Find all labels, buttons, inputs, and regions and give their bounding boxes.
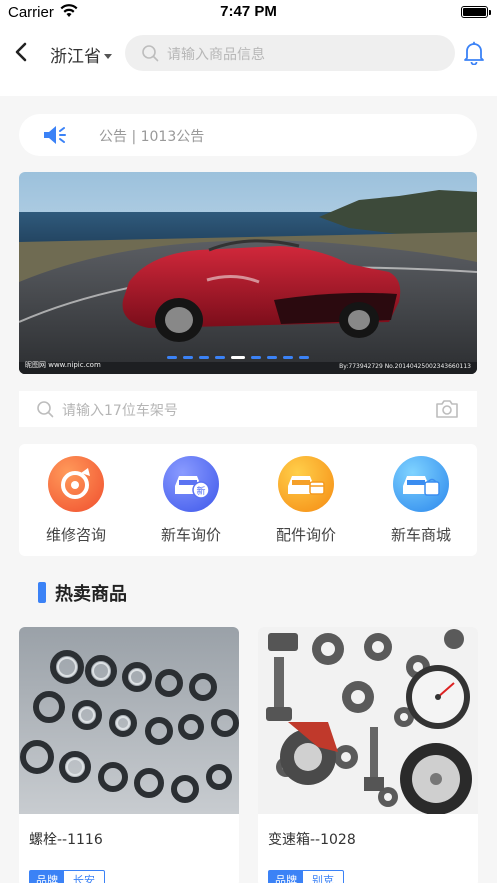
service-parts-quote[interactable]: 配件询价 xyxy=(256,456,356,545)
service-new-car-quote[interactable]: 新 新车询价 xyxy=(141,456,241,545)
carousel-dot[interactable] xyxy=(283,356,293,359)
watermark-left: 昵图网 www.nipic.com xyxy=(25,361,101,369)
vin-search-input[interactable]: 请输入17位车架号 xyxy=(19,391,477,427)
carousel-dot-active[interactable] xyxy=(231,356,245,359)
car-photo xyxy=(19,172,477,374)
carousel-dot[interactable] xyxy=(167,356,177,359)
product-name: 变速箱--1028 xyxy=(268,832,356,848)
accent-bar xyxy=(38,582,46,603)
tag-key: 品牌 xyxy=(269,871,303,883)
svg-text:新: 新 xyxy=(196,485,205,497)
camera-icon[interactable] xyxy=(435,399,459,419)
wrench-icon xyxy=(48,456,104,512)
vin-placeholder: 请输入17位车架号 xyxy=(62,403,178,419)
tag-key: 品牌 xyxy=(30,871,64,883)
clock: 7:47 PM xyxy=(220,3,277,20)
status-bar: Carrier 7:47 PM xyxy=(0,0,497,26)
service-label: 新车询价 xyxy=(160,526,221,544)
service-grid: 维修咨询 新 新车询价 配件询价 新车商城 xyxy=(19,444,477,556)
service-label: 配件询价 xyxy=(275,526,336,544)
province-selector[interactable]: 浙江省 xyxy=(50,42,101,67)
carousel-dot[interactable] xyxy=(215,356,225,359)
carousel-indicators xyxy=(167,356,309,360)
carousel-dot[interactable] xyxy=(183,356,193,359)
mall-car-icon xyxy=(393,456,449,512)
tag-value: 别克 xyxy=(312,874,334,883)
gearbox-image xyxy=(258,627,478,815)
speaker-icon xyxy=(44,126,66,144)
search-icon xyxy=(37,401,54,418)
new-car-icon: 新 xyxy=(163,456,219,512)
bearing-image xyxy=(19,627,239,814)
product-name: 螺栓--1116 xyxy=(29,832,103,848)
battery-icon xyxy=(461,6,491,18)
service-label: 维修咨询 xyxy=(45,526,106,544)
back-arrow-icon[interactable] xyxy=(12,41,32,63)
search-icon xyxy=(142,45,159,62)
brand-tag: 品牌 别克 xyxy=(268,870,344,883)
watermark-right: By:773942729 No.20140425002343660113 xyxy=(339,363,471,370)
carousel-dot[interactable] xyxy=(251,356,261,359)
bell-icon[interactable] xyxy=(463,41,485,65)
search-placeholder: 请输入商品信息 xyxy=(167,47,265,63)
carousel-dot[interactable] xyxy=(267,356,277,359)
product-card[interactable]: 变速箱--1028 品牌 别克 xyxy=(258,627,478,883)
service-label: 新车商城 xyxy=(390,526,451,544)
product-card[interactable]: 螺栓--1116 品牌 长安 xyxy=(19,627,239,883)
announcement-text: 公告 | 1013公告 xyxy=(99,129,205,145)
product-search-input[interactable]: 请输入商品信息 xyxy=(125,35,455,71)
promo-banner[interactable]: 昵图网 www.nipic.com By:773942729 No.201404… xyxy=(19,172,477,374)
announcement-bar[interactable]: 公告 | 1013公告 xyxy=(19,114,477,156)
top-nav: 浙江省 请输入商品信息 xyxy=(0,26,497,96)
service-repair-consult[interactable]: 维修咨询 xyxy=(26,456,126,545)
service-new-car-mall[interactable]: 新车商城 xyxy=(371,456,471,545)
section-title: 热卖商品 xyxy=(55,584,127,605)
carousel-dot[interactable] xyxy=(299,356,309,359)
parts-car-icon xyxy=(278,456,334,512)
brand-tag: 品牌 长安 xyxy=(29,870,105,883)
carousel-dot[interactable] xyxy=(199,356,209,359)
tag-value: 长安 xyxy=(73,874,95,883)
chevron-down-icon[interactable] xyxy=(104,54,112,59)
